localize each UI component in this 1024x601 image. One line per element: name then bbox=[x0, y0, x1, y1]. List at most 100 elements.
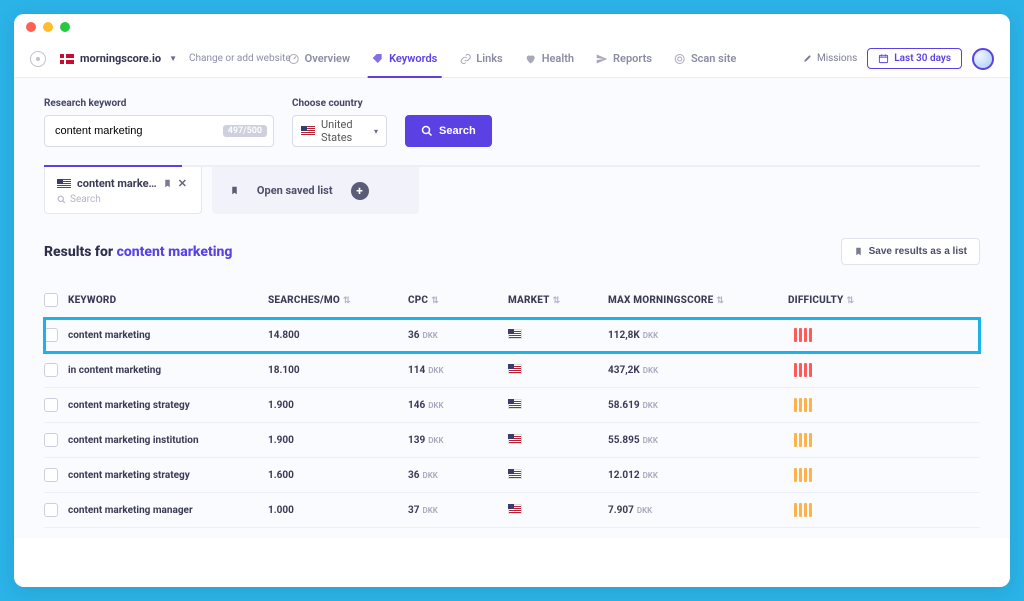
close-window-dot[interactable] bbox=[26, 22, 36, 32]
difficulty-bars bbox=[794, 468, 812, 482]
send-icon bbox=[596, 53, 608, 65]
cell-searches: 1.900 bbox=[268, 435, 408, 446]
active-result-tab[interactable]: content marke… ✕ Search bbox=[44, 167, 202, 214]
page-body: Research keyword 497/500 Choose country … bbox=[14, 78, 1010, 538]
tab-subtitle-row: Search bbox=[57, 194, 187, 205]
gauge-icon bbox=[288, 53, 300, 65]
window-titlebar bbox=[14, 14, 1010, 40]
cell-market bbox=[508, 469, 608, 482]
research-keyword-input-wrap[interactable]: 497/500 bbox=[44, 115, 274, 147]
research-keyword-label: Research keyword bbox=[44, 98, 274, 109]
cell-cpc: 146DKK bbox=[408, 400, 508, 411]
cell-cpc: 114DKK bbox=[408, 365, 508, 376]
cell-market bbox=[508, 329, 608, 342]
difficulty-bars bbox=[794, 503, 812, 517]
sort-icon: ⇅ bbox=[343, 296, 351, 306]
avatar[interactable] bbox=[972, 48, 994, 70]
col-keyword[interactable]: KEYWORD bbox=[68, 295, 268, 306]
sort-icon: ⇅ bbox=[431, 296, 439, 306]
table-row[interactable]: content marketing strategy 1.600 36DKK 1… bbox=[44, 458, 980, 493]
maximize-window-dot[interactable] bbox=[60, 22, 70, 32]
cell-max-morningscore: 437,2KDKK bbox=[608, 365, 788, 376]
cell-max-morningscore: 112,8KDKK bbox=[608, 330, 788, 341]
row-checkbox[interactable] bbox=[44, 468, 58, 482]
tab-title: content marke… bbox=[77, 177, 157, 190]
row-checkbox[interactable] bbox=[44, 328, 58, 342]
close-tab-icon[interactable]: ✕ bbox=[178, 177, 187, 190]
nav-links[interactable]: Links bbox=[459, 40, 502, 77]
cell-market bbox=[508, 504, 608, 517]
table-row[interactable]: in content marketing 18.100 114DKK 437,2… bbox=[44, 353, 980, 388]
bookmark-icon bbox=[854, 246, 863, 257]
country-select-value: United States bbox=[321, 118, 366, 144]
flag-us-icon bbox=[508, 364, 522, 374]
row-checkbox[interactable] bbox=[44, 503, 58, 517]
missions-link[interactable]: Missions bbox=[802, 53, 857, 64]
main-nav: Overview Keywords Links Health Reports S… bbox=[288, 40, 737, 77]
app-window: morningscore.io ▼ Change or add website … bbox=[14, 14, 1010, 587]
research-keyword-field: Research keyword 497/500 bbox=[44, 98, 274, 147]
table-row[interactable]: content marketing institution 1.900 139D… bbox=[44, 423, 980, 458]
flag-us-icon bbox=[508, 399, 522, 409]
row-checkbox[interactable] bbox=[44, 398, 58, 412]
target-icon bbox=[30, 51, 46, 67]
flag-us-icon bbox=[508, 329, 522, 339]
cell-market bbox=[508, 399, 608, 412]
results-table: KEYWORD SEARCHES/MO⇅ CPC⇅ MARKET⇅ MAX MO… bbox=[44, 283, 980, 528]
cell-max-morningscore: 58.619DKK bbox=[608, 400, 788, 411]
cell-keyword: content marketing bbox=[68, 330, 268, 341]
col-searches[interactable]: SEARCHES/MO⇅ bbox=[268, 295, 408, 306]
col-max-morningscore[interactable]: MAX MORNINGSCORE⇅ bbox=[608, 295, 788, 306]
date-range-selector[interactable]: Last 30 days bbox=[867, 48, 962, 69]
table-row[interactable]: content marketing 14.800 36DKK 112,8KDKK bbox=[44, 318, 980, 353]
choose-country-label: Choose country bbox=[292, 98, 387, 109]
chevron-down-icon: ▾ bbox=[374, 127, 378, 136]
save-results-button[interactable]: Save results as a list bbox=[841, 238, 980, 265]
flag-us-icon bbox=[57, 179, 71, 189]
research-keyword-input[interactable] bbox=[55, 125, 223, 137]
country-select[interactable]: United States ▾ bbox=[292, 115, 387, 147]
cell-difficulty bbox=[788, 363, 980, 377]
table-body: content marketing 14.800 36DKK 112,8KDKK… bbox=[44, 318, 980, 528]
select-all-checkbox[interactable] bbox=[44, 293, 58, 307]
top-bar: morningscore.io ▼ Change or add website … bbox=[14, 40, 1010, 78]
cell-searches: 14.800 bbox=[268, 330, 408, 341]
site-selector[interactable]: morningscore.io ▼ Change or add website bbox=[60, 52, 291, 65]
minimize-window-dot[interactable] bbox=[43, 22, 53, 32]
table-row[interactable]: content marketing strategy 1.900 146DKK … bbox=[44, 388, 980, 423]
keyword-search-bar: Research keyword 497/500 Choose country … bbox=[14, 78, 1010, 147]
col-market[interactable]: MARKET⇅ bbox=[508, 295, 608, 306]
cell-max-morningscore: 12.012DKK bbox=[608, 470, 788, 481]
site-change-label: Change or add website bbox=[189, 53, 291, 64]
bookmark-icon[interactable] bbox=[163, 178, 172, 189]
nav-reports[interactable]: Reports bbox=[596, 40, 652, 77]
row-checkbox[interactable] bbox=[44, 363, 58, 377]
row-checkbox[interactable] bbox=[44, 433, 58, 447]
nav-overview[interactable]: Overview bbox=[288, 40, 350, 77]
nav-keywords[interactable]: Keywords bbox=[372, 40, 437, 77]
add-list-icon[interactable]: + bbox=[351, 182, 369, 200]
site-name: morningscore.io bbox=[80, 52, 161, 65]
search-button[interactable]: Search bbox=[405, 115, 492, 147]
tab-subtitle: Search bbox=[70, 194, 101, 205]
cell-keyword: in content marketing bbox=[68, 365, 268, 376]
table-row[interactable]: content marketing manager 1.000 37DKK 7.… bbox=[44, 493, 980, 528]
col-cpc[interactable]: CPC⇅ bbox=[408, 295, 508, 306]
flag-us-icon bbox=[508, 469, 522, 479]
col-difficulty[interactable]: DIFFICULTY⇅ bbox=[788, 295, 980, 306]
flag-us-icon bbox=[508, 504, 522, 514]
cell-keyword: content marketing manager bbox=[68, 505, 268, 516]
open-saved-list-tab[interactable]: Open saved list + bbox=[212, 167, 419, 214]
cell-searches: 1.600 bbox=[268, 470, 408, 481]
nav-health[interactable]: Health bbox=[525, 40, 574, 77]
difficulty-bars bbox=[794, 363, 812, 377]
tag-icon bbox=[372, 53, 384, 65]
cell-cpc: 139DKK bbox=[408, 435, 508, 446]
difficulty-bars bbox=[794, 398, 812, 412]
cell-cpc: 36DKK bbox=[408, 330, 508, 341]
cell-difficulty bbox=[788, 468, 980, 482]
nav-scan-site[interactable]: Scan site bbox=[674, 40, 736, 77]
cell-difficulty bbox=[788, 503, 980, 517]
cell-market bbox=[508, 434, 608, 447]
cell-difficulty bbox=[788, 398, 980, 412]
